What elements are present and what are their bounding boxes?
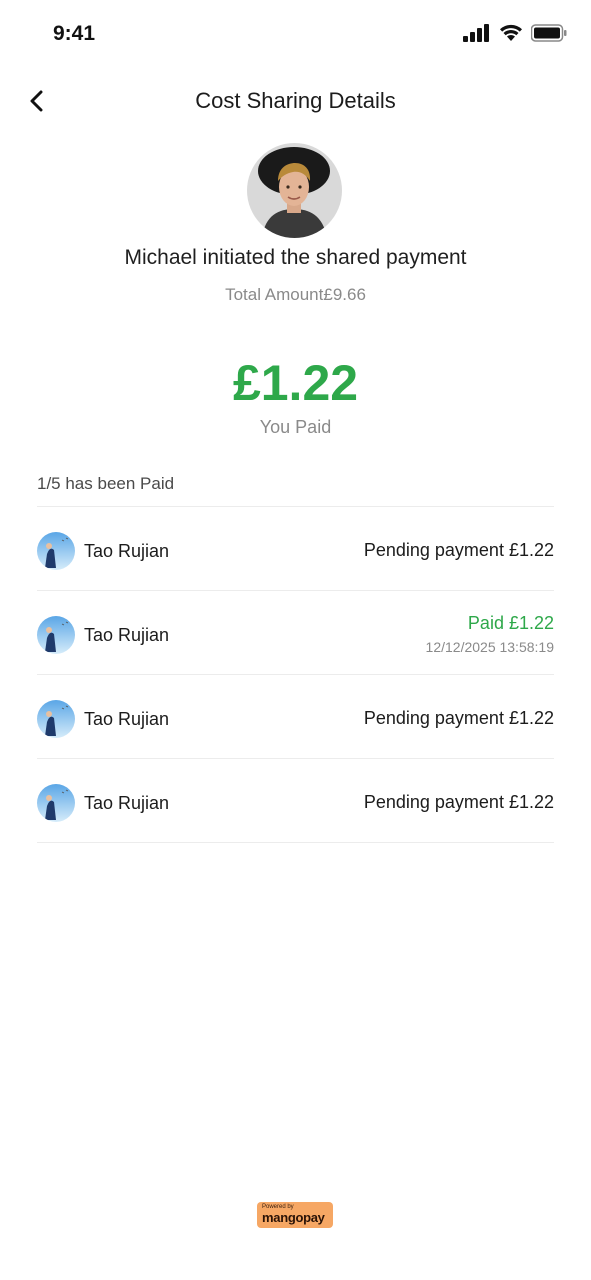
- payment-status: Pending payment £1.22: [363, 792, 554, 812]
- participant-name: Tao Rujian: [84, 793, 170, 813]
- participant-name: Tao Rujian: [84, 541, 170, 561]
- list-item[interactable]: Tao Rujian Paid £1.22 12/12/2025 13:58:1…: [37, 591, 554, 675]
- you-paid-amount: £1.22: [232, 355, 359, 411]
- avatar: [37, 784, 75, 822]
- participant-name: Tao Rujian: [84, 625, 170, 645]
- list-item[interactable]: Tao Rujian Pending payment £1.22: [37, 507, 554, 591]
- header: Cost Sharing Details: [0, 72, 591, 128]
- avatar-image: [37, 532, 75, 570]
- powered-by-badge: Powered by mangopay: [257, 1202, 333, 1228]
- payment-status: Pending payment £1.22: [363, 540, 554, 560]
- page-title: Cost Sharing Details: [195, 88, 396, 113]
- avatar-image: [37, 616, 75, 654]
- payment-status: Pending payment £1.22: [363, 708, 554, 728]
- payment-timestamp: 12/12/2025 13:58:19: [425, 639, 554, 655]
- list-item[interactable]: Tao Rujian Pending payment £1.22: [37, 675, 554, 759]
- avatar: [37, 616, 75, 654]
- participant-list: Tao Rujian Pending payment £1.22 Tao Ruj…: [37, 506, 554, 843]
- avatar: [37, 700, 75, 738]
- list-item[interactable]: Tao Rujian Pending payment £1.22: [37, 759, 554, 843]
- total-amount: Total Amount£9.66: [225, 285, 366, 304]
- wifi-icon: [500, 24, 522, 41]
- avatar: [37, 532, 75, 570]
- avatar-image: [37, 700, 75, 738]
- initiator-message: Michael initiated the shared payment: [124, 246, 467, 269]
- brand-logo: mangopay: [262, 1210, 325, 1225]
- avatar-image: [37, 784, 75, 822]
- cellular-signal-icon: [463, 24, 489, 42]
- battery-icon: [531, 24, 567, 42]
- cost-sharing-details-screen: 9:41 Cost Sharing Details Michael initia…: [0, 0, 591, 1280]
- you-paid-label: You Paid: [259, 417, 332, 437]
- status-icons: [463, 24, 567, 42]
- participant-name: Tao Rujian: [84, 709, 170, 729]
- initiator-photo: [247, 143, 342, 238]
- payment-status-paid: Paid £1.22: [467, 613, 554, 633]
- paid-count: 1/5 has been Paid: [37, 474, 175, 493]
- initiator-avatar: [247, 143, 342, 238]
- status-bar: 9:41: [0, 0, 591, 70]
- status-time: 9:41: [53, 22, 96, 45]
